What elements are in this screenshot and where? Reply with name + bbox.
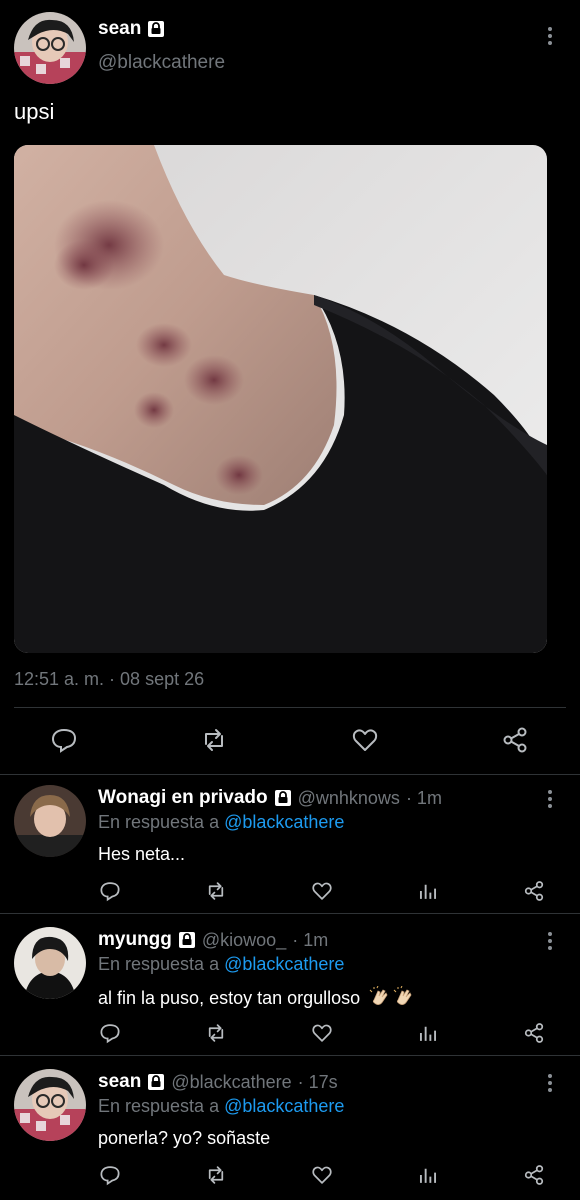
share-icon[interactable]: [501, 726, 529, 754]
tweet-text: upsi: [14, 99, 55, 124]
more-options-icon[interactable]: [540, 787, 560, 811]
author-avatar[interactable]: [14, 12, 86, 84]
like-icon[interactable]: [351, 726, 379, 754]
in-reply-prefix: En respuesta a: [98, 812, 225, 832]
lock-icon: [147, 1073, 165, 1091]
reply-icon[interactable]: [50, 726, 78, 754]
in-reply-mention[interactable]: @blackcathere: [224, 1096, 344, 1116]
reply-author-name[interactable]: Wonagi en privado: [98, 787, 268, 809]
lock-icon: [147, 20, 165, 38]
reply-time: · 1m: [292, 929, 329, 950]
clapping-hands-icon: [369, 985, 391, 1008]
reply-tweet[interactable]: Wonagi en privado @wnhknows · 1m En resp…: [0, 775, 580, 912]
reply-name-row: sean @blackcathere · 17s: [98, 1071, 338, 1093]
retweet-icon[interactable]: [205, 1164, 227, 1186]
like-icon[interactable]: [311, 880, 333, 902]
like-icon[interactable]: [311, 1022, 333, 1044]
reply-tweet[interactable]: sean @blackcathere · 17s En respuesta a …: [0, 1059, 580, 1200]
tweet-timestamp: 12:51 a. m. · 08 sept 26: [14, 669, 205, 689]
reply-time: · 17s: [297, 1071, 338, 1092]
main-tweet-header: sean @blackcathere: [0, 0, 580, 90]
retweet-icon[interactable]: [200, 726, 228, 754]
in-reply-prefix: En respuesta a: [98, 1096, 225, 1116]
tweet-photo[interactable]: [14, 145, 547, 653]
reply-tweet[interactable]: myungg @kiowoo_ · 1m En respuesta a @bla…: [0, 917, 580, 1054]
author-name[interactable]: sean: [98, 18, 141, 40]
analytics-icon[interactable]: [417, 1164, 439, 1186]
reply-handle[interactable]: @blackcathere: [171, 1072, 291, 1093]
author-name-row: sean: [98, 18, 165, 40]
divider: [0, 1055, 580, 1056]
reply-handle[interactable]: @wnhknows: [298, 788, 400, 809]
lock-icon: [178, 931, 196, 949]
reply-name-row: myungg @kiowoo_ · 1m: [98, 929, 328, 951]
reply-avatar[interactable]: [14, 1069, 86, 1141]
in-reply-to: En respuesta a @blackcathere: [98, 954, 344, 975]
reply-icon[interactable]: [99, 880, 121, 902]
reply-avatar[interactable]: [14, 785, 86, 857]
reply-name-row: Wonagi en privado @wnhknows · 1m: [98, 787, 442, 809]
in-reply-to: En respuesta a @blackcathere: [98, 812, 344, 833]
reply-author-name[interactable]: sean: [98, 1071, 141, 1093]
reply-text: al fin la puso, estoy tan orgulloso: [98, 988, 361, 1008]
reply-text: ponerla? yo? soñaste: [98, 1128, 271, 1148]
divider: [14, 707, 566, 708]
reply-icon[interactable]: [99, 1164, 121, 1186]
reply-text: Hes neta...: [98, 844, 186, 864]
reply-handle[interactable]: @kiowoo_: [202, 930, 286, 951]
retweet-icon[interactable]: [205, 1022, 227, 1044]
like-icon[interactable]: [311, 1164, 333, 1186]
clapping-hands-icon: [393, 985, 415, 1008]
reply-avatar[interactable]: [14, 927, 86, 999]
in-reply-to: En respuesta a @blackcathere: [98, 1096, 344, 1117]
share-icon[interactable]: [523, 880, 545, 902]
tweet-thread-screen: sean @blackcathere upsi 12:51 a. m. · 08…: [0, 0, 580, 1200]
reply-time: · 1m: [405, 787, 442, 808]
share-icon[interactable]: [523, 1164, 545, 1186]
analytics-icon[interactable]: [417, 1022, 439, 1044]
retweet-icon[interactable]: [205, 880, 227, 902]
in-reply-mention[interactable]: @blackcathere: [224, 812, 344, 832]
reply-author-name[interactable]: myungg: [98, 929, 172, 951]
reply-icon[interactable]: [99, 1022, 121, 1044]
author-handle[interactable]: @blackcathere: [98, 52, 225, 74]
reply-text-row: al fin la puso, estoy tan orgulloso: [98, 985, 415, 1009]
more-options-icon[interactable]: [540, 1071, 560, 1095]
share-icon[interactable]: [523, 1022, 545, 1044]
in-reply-mention[interactable]: @blackcathere: [224, 954, 344, 974]
more-options-icon[interactable]: [540, 24, 560, 48]
analytics-icon[interactable]: [417, 880, 439, 902]
more-options-icon[interactable]: [540, 929, 560, 953]
lock-icon: [274, 789, 292, 807]
divider: [0, 913, 580, 914]
in-reply-prefix: En respuesta a: [98, 954, 225, 974]
